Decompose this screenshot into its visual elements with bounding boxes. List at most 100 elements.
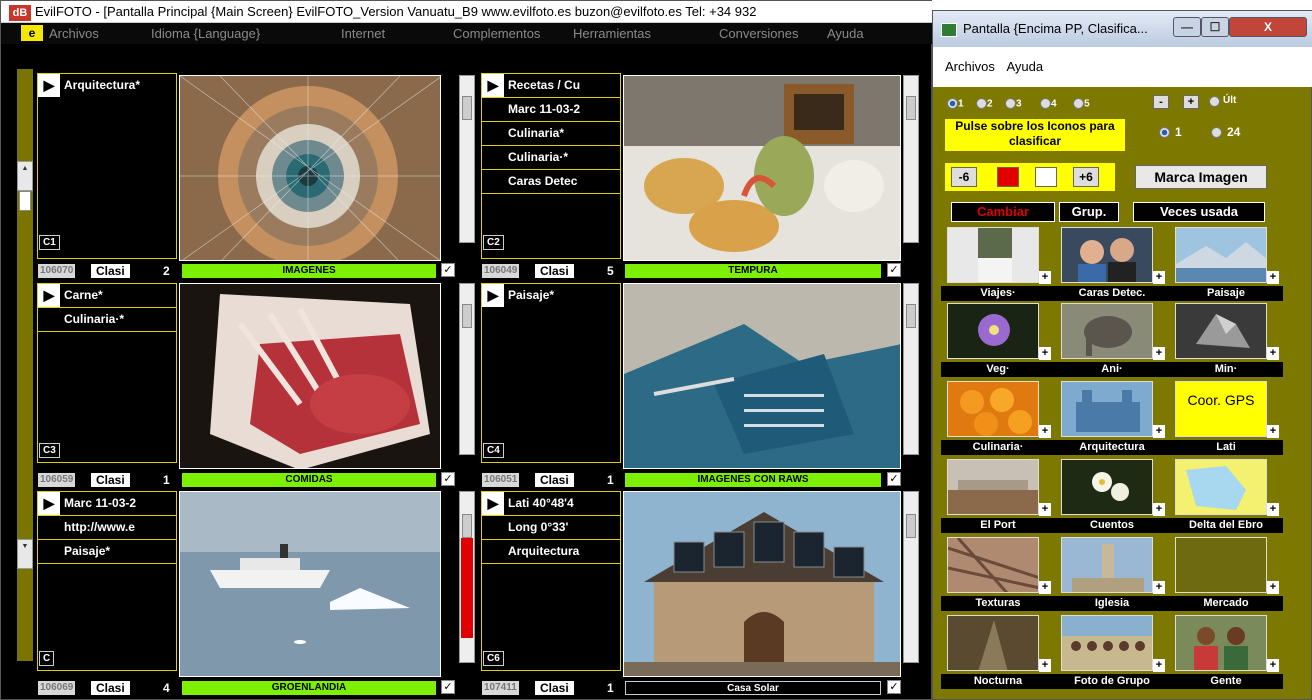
plus6-button[interactable]: +6 <box>1073 167 1099 187</box>
cell-scrollbar[interactable] <box>903 283 919 455</box>
category-arquitectura[interactable]: + Arquitectura <box>1055 381 1169 457</box>
cell-scrollbar[interactable] <box>459 75 475 243</box>
tag-item[interactable]: Culinaria·* <box>38 308 176 332</box>
photo-c3[interactable] <box>179 283 441 469</box>
white-swatch[interactable] <box>1035 167 1057 187</box>
group-label[interactable]: IMAGENES <box>182 264 436 278</box>
radio-page-4[interactable] <box>1040 98 1052 110</box>
clasi-button[interactable]: Clasi <box>91 473 130 487</box>
radio-page-2[interactable] <box>976 98 988 110</box>
group-label[interactable]: COMIDAS <box>182 473 436 487</box>
menu-herramientas[interactable]: Herramientas <box>573 23 651 44</box>
category-min[interactable]: + Min· <box>1169 303 1283 379</box>
category-el-port[interactable]: + El Port <box>941 459 1055 535</box>
tag-item[interactable]: Culinaria·* <box>482 146 620 170</box>
category-ani[interactable]: + Ani· <box>1055 303 1169 379</box>
veces-usada-button[interactable]: Veces usada <box>1133 202 1265 222</box>
group-label[interactable]: Casa Solar <box>625 681 881 695</box>
add-icon[interactable]: + <box>1267 581 1279 594</box>
scroll-up-button[interactable]: ▲ <box>17 161 33 191</box>
scroll-thumb[interactable] <box>906 304 916 328</box>
tag-item[interactable]: ▶ Recetas / Cu <box>482 74 620 98</box>
cambiar-button[interactable]: Cambiar <box>951 202 1055 222</box>
group-label[interactable]: GROENLANDIA <box>182 681 436 695</box>
clasi-button[interactable]: Clasi <box>535 264 574 278</box>
clasi-button[interactable]: Clasi <box>535 473 574 487</box>
tag-item[interactable]: Arquitectura <box>482 540 620 564</box>
tag-item[interactable]: Culinaria* <box>482 122 620 146</box>
photo-c4[interactable] <box>623 283 901 469</box>
category-viajes[interactable]: + Viajes· <box>941 227 1055 303</box>
add-icon[interactable]: + <box>1153 425 1165 438</box>
category-texturas[interactable]: + Texturas <box>941 537 1055 613</box>
tag-item[interactable]: Paisaje* <box>38 540 176 564</box>
category-cuentos[interactable]: + Cuentos <box>1055 459 1169 535</box>
scroll-thumb[interactable] <box>462 96 472 120</box>
tag-item[interactable]: Marc 11-03-2 <box>482 98 620 122</box>
photo-c1[interactable] <box>179 75 441 261</box>
select-checkbox[interactable]: ✓ <box>887 472 901 486</box>
tag-item[interactable]: http://www.e <box>38 516 176 540</box>
category-lati[interactable]: Coor. GPS + Lati <box>1169 381 1283 457</box>
select-checkbox[interactable]: ✓ <box>441 680 455 694</box>
scroll-thumb[interactable] <box>906 96 916 120</box>
cell-scrollbar[interactable] <box>459 283 475 455</box>
red-swatch[interactable] <box>997 167 1019 187</box>
add-icon[interactable]: + <box>1039 659 1051 672</box>
category-culinaria[interactable]: + Culinaria· <box>941 381 1055 457</box>
photo-c2[interactable] <box>623 75 901 261</box>
category-paisaje[interactable]: + Paisaje <box>1169 227 1283 303</box>
add-icon[interactable]: + <box>1267 271 1279 284</box>
category-foto-de-grupo[interactable]: + Foto de Grupo <box>1055 615 1169 691</box>
minus6-button[interactable]: -6 <box>951 167 977 187</box>
category-iglesia[interactable]: + Iglesia <box>1055 537 1169 613</box>
maximize-button[interactable]: ☐ <box>1201 17 1229 37</box>
add-icon[interactable]: + <box>1153 581 1165 594</box>
menu-archivos[interactable]: Archivos <box>945 59 995 74</box>
scroll-thumb[interactable] <box>462 304 472 328</box>
menu-ayuda[interactable]: Ayuda <box>1006 59 1043 74</box>
scroll-thumb[interactable] <box>462 514 472 538</box>
menu-complementos[interactable]: Complementos <box>453 23 540 44</box>
add-icon[interactable]: + <box>1039 581 1051 594</box>
scroll-thumb[interactable] <box>906 514 916 538</box>
tag-item[interactable]: ▶ Arquitectura* <box>38 74 176 98</box>
clasi-button[interactable]: Clasi <box>91 681 130 695</box>
add-icon[interactable]: + <box>1153 503 1165 516</box>
group-label[interactable]: IMAGENES CON RAWS <box>625 473 881 487</box>
radio-page-1[interactable] <box>947 98 958 110</box>
plus-button[interactable]: + <box>1183 95 1199 109</box>
minus-button[interactable]: - <box>1153 95 1169 109</box>
cell-scrollbar[interactable] <box>903 491 919 663</box>
radio-24[interactable] <box>1211 127 1222 138</box>
select-checkbox[interactable]: ✓ <box>887 263 901 277</box>
tag-item[interactable]: ▶ Lati 40°48'4 <box>482 492 620 516</box>
evilfoto-menu-icon[interactable]: e <box>21 25 43 41</box>
minimize-button[interactable]: — <box>1173 17 1201 37</box>
select-checkbox[interactable]: ✓ <box>887 680 901 694</box>
category-veg[interactable]: + Veg· <box>941 303 1055 379</box>
grupo-button[interactable]: Grup. <box>1059 202 1119 222</box>
tag-item[interactable]: ▶ Carne* <box>38 284 176 308</box>
add-icon[interactable]: + <box>1267 425 1279 438</box>
add-icon[interactable]: + <box>1153 271 1165 284</box>
category-caras-detec[interactable]: + Caras Detec. <box>1055 227 1169 303</box>
scroll-down-button[interactable]: ▼ <box>17 539 33 569</box>
radio-1[interactable] <box>1159 127 1170 138</box>
menu-ayuda[interactable]: Ayuda <box>827 23 864 44</box>
add-icon[interactable]: + <box>1267 659 1279 672</box>
tag-item[interactable]: Long 0°33' <box>482 516 620 540</box>
menu-idioma[interactable]: Idioma {Language} <box>151 23 260 44</box>
close-button[interactable]: X <box>1229 17 1307 37</box>
add-icon[interactable]: + <box>1039 503 1051 516</box>
photo-c6[interactable] <box>623 491 901 677</box>
photo-c5[interactable] <box>179 491 441 677</box>
add-icon[interactable]: + <box>1039 347 1051 360</box>
marca-imagen-button[interactable]: Marca Imagen <box>1135 165 1267 189</box>
clasi-button[interactable]: Clasi <box>535 681 574 695</box>
category-delta-del-ebro[interactable]: + Delta del Ebro <box>1169 459 1283 535</box>
left-vertical-scrollbar[interactable]: ▲ ▼ <box>17 69 33 661</box>
select-checkbox[interactable]: ✓ <box>441 263 455 277</box>
tag-item[interactable]: Caras Detec <box>482 170 620 194</box>
group-label[interactable]: TEMPURA <box>625 264 881 278</box>
